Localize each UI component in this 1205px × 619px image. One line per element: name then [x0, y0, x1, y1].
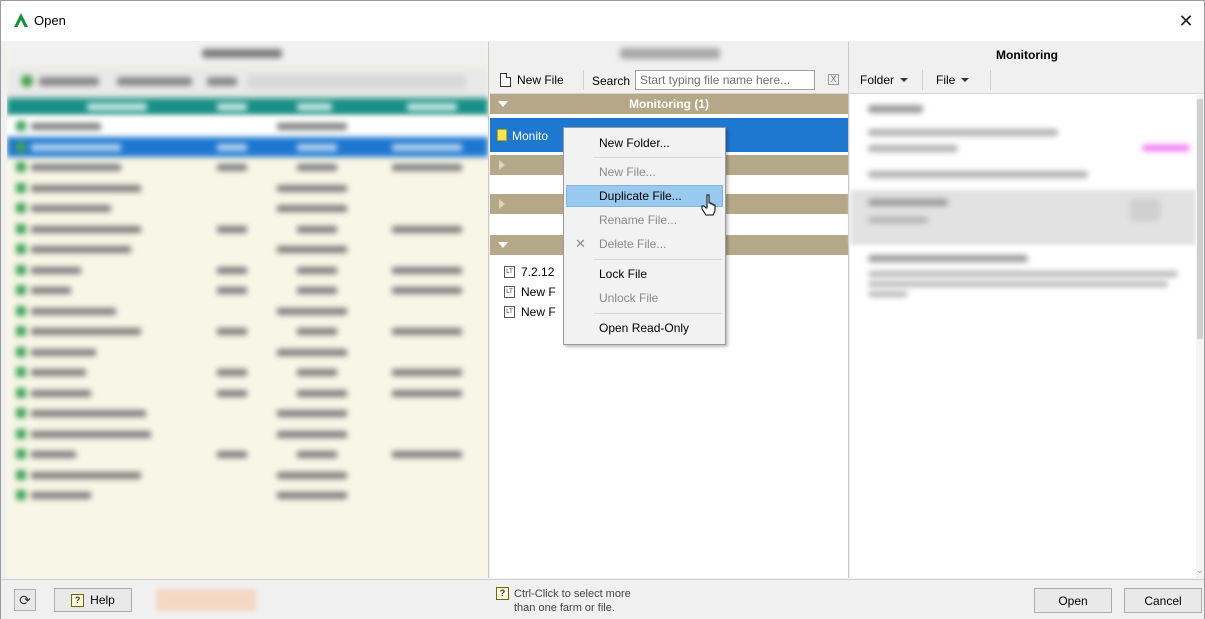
delete-icon: ✕ [575, 236, 586, 251]
table-row[interactable] [7, 321, 488, 342]
template-file-icon: LT [504, 286, 515, 298]
locked-template-icon: LT [504, 266, 515, 278]
file-icon [497, 129, 507, 141]
chevron-down-icon [900, 78, 909, 82]
hint-help-icon: ? [496, 587, 509, 600]
scrollbar-thumb[interactable] [1197, 99, 1203, 339]
menu-item-open-read-only[interactable]: Open Read-Only [566, 317, 723, 339]
table-row[interactable] [7, 444, 488, 465]
bottom-bar: ⟳ ? Help ? Ctrl-Click to select more tha… [1, 579, 1204, 619]
menu-separator [594, 313, 722, 314]
farm-list-header [7, 42, 488, 66]
open-dialog: Open ✕ New File Search Start typing file… [0, 0, 1205, 619]
folder-dropdown-label: Folder [860, 73, 895, 87]
help-label: Help [90, 593, 115, 607]
selected-file-name: Monito [512, 129, 549, 143]
mouse-cursor-icon [701, 194, 716, 216]
table-row[interactable] [7, 362, 488, 383]
table-row[interactable] [7, 157, 488, 178]
file-list-header [490, 42, 848, 66]
open-button[interactable]: Open [1034, 588, 1112, 613]
chevron-down-icon [961, 78, 970, 82]
folder-dropdown[interactable]: Folder [854, 70, 914, 90]
table-row[interactable] [7, 116, 488, 137]
details-toolbar: Folder File [850, 66, 1204, 94]
app-logo-icon [14, 13, 28, 27]
new-file-button[interactable]: New File [496, 69, 570, 91]
template-file-icon: LT [504, 306, 515, 318]
menu-item-delete-file[interactable]: ✕ Delete File... [566, 233, 723, 255]
cancel-button[interactable]: Cancel [1124, 588, 1202, 613]
farm-list-pane[interactable] [7, 42, 489, 578]
table-row[interactable] [7, 485, 488, 506]
table-row[interactable] [7, 239, 488, 260]
help-button[interactable]: ? Help [54, 588, 132, 612]
menu-separator [594, 259, 722, 260]
table-row[interactable] [7, 403, 488, 424]
hint-text: Ctrl-Click to select more than one farm … [514, 587, 631, 615]
menu-item-new-folder[interactable]: New Folder... [566, 132, 723, 154]
table-row[interactable] [7, 342, 488, 363]
table-row[interactable] [7, 260, 488, 281]
collapse-arrow-icon [499, 199, 505, 209]
menu-item-new-file[interactable]: New File... [566, 161, 723, 183]
hint-line-1: Ctrl-Click to select more [514, 588, 631, 600]
table-row[interactable] [7, 280, 488, 301]
close-icon[interactable]: ✕ [1174, 9, 1198, 33]
details-body-blurred [850, 95, 1204, 578]
expand-arrow-icon [498, 242, 508, 248]
title-bar: Open ✕ [1, 1, 1204, 41]
table-row[interactable] [7, 465, 488, 486]
new-file-icon [500, 73, 511, 87]
file-list-toolbar: New File Search X [490, 66, 848, 94]
menu-item-rename-file[interactable]: Rename File... [566, 209, 723, 231]
menu-item-unlock-file[interactable]: Unlock File [566, 287, 723, 309]
file-dropdown-label: File [936, 73, 956, 87]
menu-item-lock-file[interactable]: Lock File [566, 263, 723, 285]
help-icon: ? [71, 593, 85, 607]
menu-separator [594, 157, 722, 158]
menu-item-delete-label: Delete File... [599, 237, 667, 251]
window-title: Open [34, 13, 66, 28]
table-row[interactable] [7, 198, 488, 219]
context-menu: New Folder... New File... Duplicate File… [563, 127, 726, 345]
search-input[interactable] [635, 70, 815, 90]
farm-list-rows[interactable] [7, 116, 488, 506]
new-file-label: New File [517, 73, 564, 87]
details-header: Monitoring [850, 42, 1204, 66]
table-row[interactable] [7, 136, 488, 157]
table-row[interactable] [7, 219, 488, 240]
farm-list-column-header [7, 98, 488, 116]
group-header-monitoring[interactable]: Monitoring (1) [490, 94, 848, 114]
table-row[interactable] [7, 424, 488, 445]
menu-item-duplicate-file[interactable]: Duplicate File... [566, 185, 723, 207]
farm-list-toolbar [7, 66, 488, 98]
collapse-arrow-icon [499, 160, 505, 170]
group-title: Monitoring (1) [629, 97, 709, 111]
clear-search-icon[interactable]: X [828, 74, 839, 85]
file-name: New F [521, 285, 556, 299]
search-label: Search [592, 74, 631, 88]
table-row[interactable] [7, 301, 488, 322]
hint-line-2: than one farm or file. [514, 602, 615, 614]
toolbar-divider [583, 70, 584, 90]
file-dropdown[interactable]: File [930, 70, 975, 90]
refresh-icon: ⟳ [19, 592, 31, 608]
blurred-status [156, 589, 256, 611]
file-name: New F [521, 305, 556, 319]
scroll-down-icon[interactable]: ⌄ [1196, 565, 1204, 576]
file-name: 7.2.12 [521, 265, 555, 279]
details-title: Monitoring [996, 48, 1058, 62]
details-pane: Monitoring Folder File ⌄ [850, 42, 1204, 578]
details-scrollbar[interactable]: ⌄ [1196, 95, 1204, 578]
table-row[interactable] [7, 383, 488, 404]
refresh-button[interactable]: ⟳ [14, 589, 36, 611]
table-row[interactable] [7, 178, 488, 199]
